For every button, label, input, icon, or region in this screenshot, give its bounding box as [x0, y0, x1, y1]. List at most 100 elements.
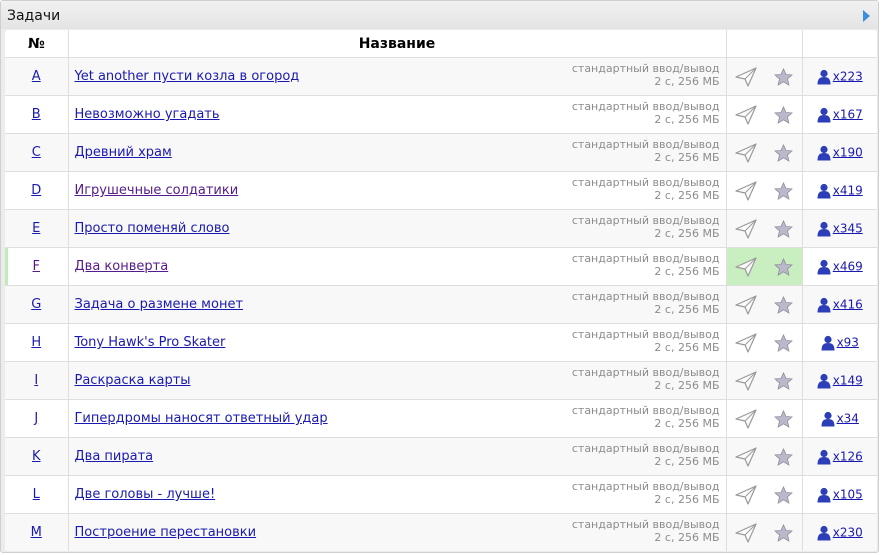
solvers-count-link[interactable]: x223	[833, 69, 863, 83]
solvers-count-link[interactable]: x416	[833, 297, 863, 311]
star-icon[interactable]	[773, 295, 793, 314]
problem-name-link[interactable]: Раскраска карты	[75, 373, 191, 388]
problem-name-link[interactable]: Просто поменяй слово	[75, 221, 230, 236]
problem-solvers-cell: x126	[802, 437, 877, 476]
problem-limits: стандартный ввод/вывод 2 с, 256 МБ	[572, 290, 720, 316]
problem-index-link[interactable]: E	[32, 221, 40, 236]
problem-index-link[interactable]: G	[31, 297, 41, 312]
user-icon	[817, 373, 831, 388]
time-memory-limit: 2 с, 256 МБ	[654, 113, 720, 126]
problem-name-cell: Просто поменяй слово стандартный ввод/вы…	[68, 209, 727, 248]
problem-index-cell: G	[5, 285, 69, 324]
paper-plane-icon[interactable]	[735, 294, 758, 315]
paper-plane-icon[interactable]	[735, 332, 758, 353]
user-icon	[817, 107, 831, 122]
problem-index-link[interactable]: H	[31, 335, 41, 350]
paper-plane-icon[interactable]	[735, 484, 758, 505]
problem-limits: стандартный ввод/вывод 2 с, 256 МБ	[572, 442, 720, 468]
problem-index-link[interactable]: M	[31, 525, 42, 540]
problem-index-cell: B	[5, 95, 69, 134]
star-icon[interactable]	[773, 219, 793, 238]
solvers-count-link[interactable]: x230	[833, 525, 863, 539]
problem-name-link[interactable]: Гипердромы наносят ответный удар	[75, 411, 328, 426]
problem-index-cell: F	[5, 247, 69, 286]
problem-actions-cell	[726, 323, 803, 362]
star-icon[interactable]	[773, 447, 793, 466]
problem-name-link[interactable]: Yet another пусти козла в огород	[75, 69, 300, 84]
io-mode-label: стандартный ввод/вывод	[571, 328, 720, 341]
user-icon	[821, 411, 835, 426]
problem-name-link[interactable]: Невозможно угадать	[75, 107, 220, 122]
table-row: D Игрушечные солдатики стандартный ввод/…	[5, 171, 877, 210]
star-icon[interactable]	[773, 67, 793, 86]
paper-plane-icon[interactable]	[735, 142, 758, 163]
star-icon[interactable]	[773, 333, 793, 352]
solvers-count-link[interactable]: x469	[833, 259, 863, 273]
paper-plane-icon[interactable]	[735, 180, 758, 201]
problem-index-link[interactable]: L	[33, 487, 40, 502]
paper-plane-icon[interactable]	[735, 522, 758, 543]
problem-name-link[interactable]: Два конверта	[75, 259, 169, 274]
paper-plane-icon[interactable]	[735, 218, 758, 239]
solvers-count-link[interactable]: x149	[833, 373, 863, 387]
star-icon[interactable]	[773, 485, 793, 504]
problem-name-link[interactable]: Древний храм	[75, 145, 172, 160]
solvers-count-link[interactable]: x126	[833, 449, 863, 463]
paper-plane-icon[interactable]	[735, 104, 758, 125]
solvers-count-link[interactable]: x167	[833, 107, 863, 121]
star-icon[interactable]	[773, 105, 793, 124]
problem-limits: стандартный ввод/вывод 2 с, 256 МБ	[572, 214, 720, 240]
solvers-count-link[interactable]: x345	[833, 221, 863, 235]
problem-index-cell: H	[5, 323, 69, 362]
problem-actions-cell	[726, 361, 803, 400]
solvers-count-link[interactable]: x105	[833, 487, 863, 501]
problem-name-cell: Задача о размене монет стандартный ввод/…	[68, 285, 727, 324]
triangle-right-icon[interactable]	[863, 10, 870, 22]
problem-index-link[interactable]: A	[32, 69, 41, 84]
user-icon	[817, 183, 831, 198]
problem-name-link[interactable]: Tony Hawk's Pro Skater	[75, 335, 226, 350]
table-row: H Tony Hawk's Pro Skater стандартный вво…	[5, 323, 877, 362]
problem-index-link[interactable]: I	[34, 373, 38, 388]
io-mode-label: стандартный ввод/вывод	[571, 176, 720, 189]
problem-index-cell: I	[5, 361, 69, 400]
table-row: F Два конверта стандартный ввод/вывод 2 …	[5, 247, 877, 286]
problem-name-link[interactable]: Две головы - лучше!	[75, 487, 216, 502]
time-memory-limit: 2 с, 256 МБ	[654, 341, 720, 354]
problem-index-link[interactable]: K	[32, 449, 41, 464]
problems-table: № Название A Yet another пусти козла в о…	[5, 30, 877, 551]
paper-plane-icon[interactable]	[735, 370, 758, 391]
paper-plane-icon[interactable]	[735, 446, 758, 467]
user-icon	[817, 69, 831, 84]
solvers-count-link[interactable]: x34	[837, 411, 859, 425]
problem-name-cell: Две головы - лучше! стандартный ввод/выв…	[68, 475, 727, 514]
star-icon[interactable]	[773, 409, 793, 428]
problem-index-link[interactable]: F	[33, 259, 40, 274]
solvers-count-link[interactable]: x419	[833, 183, 863, 197]
star-icon[interactable]	[773, 523, 793, 542]
problem-index-link[interactable]: C	[32, 145, 41, 160]
problem-name-cell: Tony Hawk's Pro Skater стандартный ввод/…	[68, 323, 727, 362]
problem-index-link[interactable]: J	[34, 411, 38, 426]
paper-plane-icon[interactable]	[735, 256, 758, 277]
table-row: B Невозможно угадать стандартный ввод/вы…	[5, 95, 877, 134]
problem-name-link[interactable]: Два пирата	[75, 449, 154, 464]
star-icon[interactable]	[773, 143, 793, 162]
problem-name-link[interactable]: Задача о размене монет	[75, 297, 244, 312]
star-icon[interactable]	[773, 371, 793, 390]
problem-name-cell: Построение перестановки стандартный ввод…	[68, 513, 727, 551]
problem-name-link[interactable]: Построение перестановки	[75, 525, 257, 540]
solvers-count-link[interactable]: x190	[833, 145, 863, 159]
paper-plane-icon[interactable]	[735, 66, 758, 87]
problem-name-link[interactable]: Игрушечные солдатики	[75, 183, 239, 198]
paper-plane-icon[interactable]	[735, 408, 758, 429]
star-icon[interactable]	[773, 181, 793, 200]
io-mode-label: стандартный ввод/вывод	[571, 138, 720, 151]
column-header-solvers	[802, 30, 877, 58]
problem-index-link[interactable]: D	[31, 183, 41, 198]
star-icon[interactable]	[773, 257, 793, 276]
problem-index-cell: K	[5, 437, 69, 476]
problem-index-link[interactable]: B	[32, 107, 41, 122]
solvers-count-link[interactable]: x93	[837, 335, 859, 349]
problem-limits: стандартный ввод/вывод 2 с, 256 МБ	[572, 404, 720, 430]
